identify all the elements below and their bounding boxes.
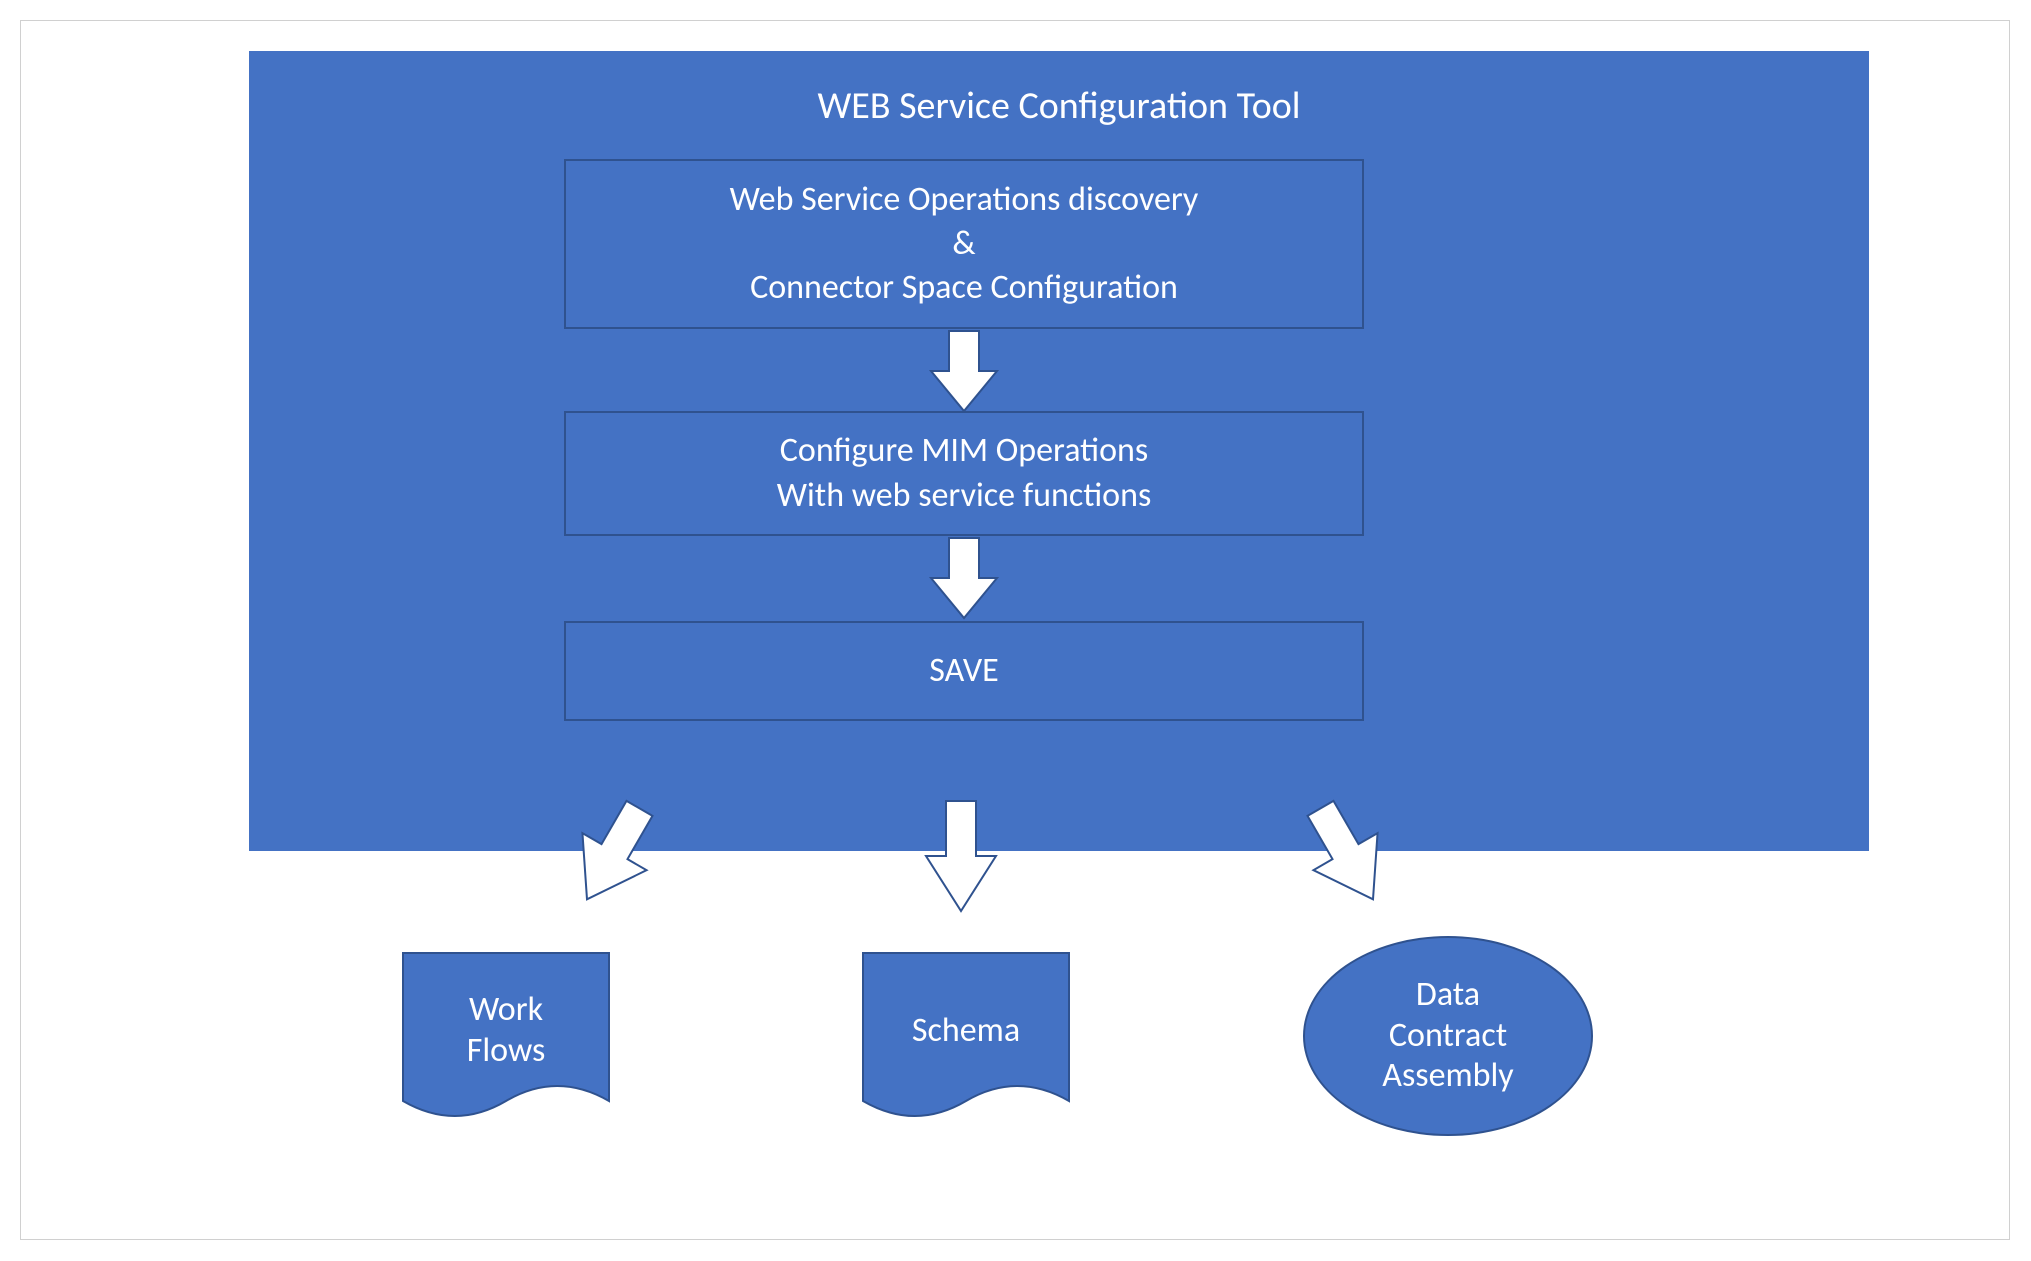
arrow-down-icon bbox=[929, 536, 999, 621]
box-configure-mim: Configure MIM Operations With web servic… bbox=[564, 411, 1364, 536]
schema-line1: Schema bbox=[912, 1011, 1020, 1052]
box-discovery: Web Service Operations discovery & Conne… bbox=[564, 159, 1364, 329]
box1-line3: Connector Space Configuration bbox=[750, 266, 1178, 310]
diagram-frame: WEB Service Configuration Tool Web Servi… bbox=[20, 20, 2010, 1240]
box3-line1: SAVE bbox=[929, 649, 998, 693]
box1-line2: & bbox=[952, 222, 975, 266]
box2-line1: Configure MIM Operations bbox=[780, 429, 1148, 473]
main-container: WEB Service Configuration Tool Web Servi… bbox=[249, 51, 1869, 851]
box1-line1: Web Service Operations discovery bbox=[730, 178, 1199, 222]
output-workflows: Work Flows bbox=[401, 961, 611, 1101]
arrow-down-icon bbox=[921, 796, 1001, 916]
box2-line2: With web service functions bbox=[777, 474, 1152, 518]
workflows-line2: Flows bbox=[467, 1031, 546, 1072]
output-data-contract: Data Contract Assembly bbox=[1303, 936, 1593, 1136]
diagram-title: WEB Service Configuration Tool bbox=[249, 83, 1869, 129]
box-save: SAVE bbox=[564, 621, 1364, 721]
datacontract-line2: Contract bbox=[1389, 1016, 1507, 1057]
datacontract-line3: Assembly bbox=[1382, 1056, 1513, 1097]
output-schema: Schema bbox=[861, 961, 1071, 1101]
arrow-down-left-icon bbox=[557, 796, 667, 916]
arrow-down-right-icon bbox=[1293, 796, 1403, 916]
datacontract-line1: Data bbox=[1416, 975, 1480, 1016]
workflows-line1: Work bbox=[469, 990, 543, 1031]
arrow-down-icon bbox=[929, 329, 999, 414]
